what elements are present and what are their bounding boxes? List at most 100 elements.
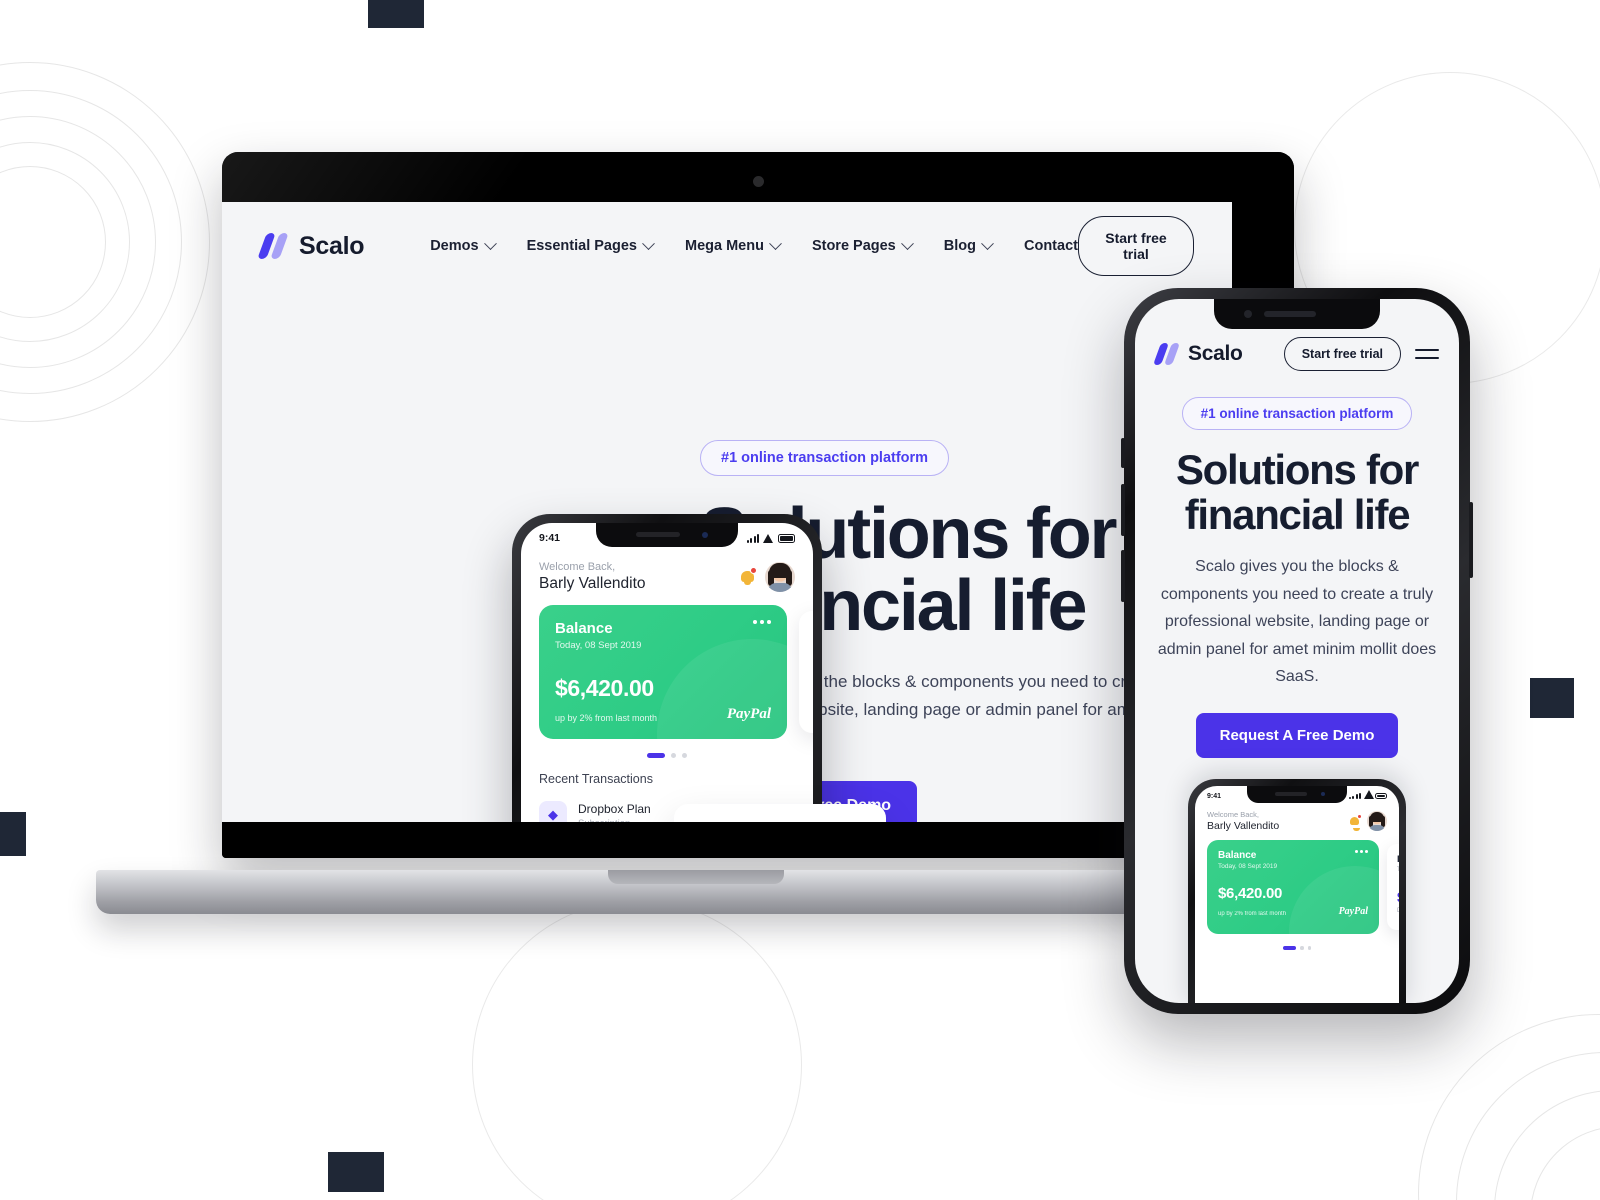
balance-card-footer: up by 2% from last month PayPal [555, 706, 771, 723]
nav-label: Blog [943, 238, 976, 254]
status-time: 9:41 [1207, 792, 1222, 800]
balance-card-note: up by 2% from last month [1218, 911, 1287, 917]
nested-phone-notch [1247, 786, 1347, 803]
decor-ring-topleft-5 [0, 166, 106, 318]
more-options-icon[interactable] [1355, 850, 1368, 853]
decor-ring-bottomright-2 [1456, 1052, 1600, 1200]
wifi-icon [1364, 790, 1374, 799]
paypal-logo-icon: PayPal [1338, 906, 1368, 917]
balance-cards-carousel: Balance Today, 08 Sept 2019 $6,420.00 up… [521, 605, 813, 745]
app-header: Welcome Back, Barly Vallendito [521, 553, 813, 593]
balance-card-amount: $6,420.00 [1218, 885, 1283, 902]
secondary-card-amount: $4 [1397, 889, 1399, 905]
carousel-dot-active[interactable] [1283, 946, 1296, 950]
balance-cards-carousel: Balance Today, 08 Sept 2019 $6,420.00 up… [1195, 840, 1399, 940]
laptop-base [96, 870, 1296, 914]
main-nav: Demos Essential Pages Mega Menu Store Pa… [430, 236, 1078, 254]
app-header-icons [1349, 811, 1387, 831]
scalo-logo-icon [1152, 342, 1181, 365]
app-header-icons [739, 562, 795, 592]
nav-label: Store Pages [811, 238, 896, 254]
balance-card-primary[interactable]: Balance Today, 08 Sept 2019 $6,420.00 up… [1207, 840, 1379, 934]
more-options-icon[interactable] [753, 620, 771, 624]
volume-down-button[interactable] [1121, 550, 1125, 602]
nav-label: Essential Pages [526, 238, 637, 254]
transaction-name: Dropbox Plan [578, 801, 651, 816]
notification-bell-icon[interactable] [1349, 813, 1362, 831]
welcome-small: Welcome Back, [539, 561, 616, 573]
mobile-hero: #1 online transaction platform Solutions… [1135, 371, 1459, 758]
request-free-demo-button[interactable]: Request A Free Demo [1195, 712, 1399, 758]
balance-card-note: up by 2% from last month [555, 713, 658, 723]
carousel-dot[interactable] [671, 753, 676, 758]
debit-tooltip-card: Debit The secure & convenient transactio… [674, 804, 886, 822]
battery-icon [778, 534, 795, 543]
nav-label: Demos [430, 238, 479, 254]
power-button[interactable] [1469, 502, 1473, 578]
secondary-card-title: Balance [1397, 854, 1399, 865]
carousel-dots[interactable] [1195, 946, 1399, 950]
hamburger-menu-icon[interactable] [1415, 348, 1439, 360]
decor-square-left [0, 812, 26, 856]
hero-badge: #1 online transaction platform [700, 440, 950, 476]
start-free-trial-button[interactable]: Start free trial [1077, 216, 1194, 276]
nav-item-blog[interactable]: Blog [943, 236, 994, 254]
chevron-down-icon [642, 236, 655, 250]
phone-screen: 9:41 Welcome Back, Barly Vallendito Bala… [521, 523, 813, 822]
phone-notch [596, 523, 738, 547]
balance-card-title: Balance [555, 620, 613, 637]
carousel-dot[interactable] [1300, 946, 1304, 950]
notification-bell-icon[interactable] [739, 567, 757, 586]
battery-icon [1375, 793, 1387, 799]
transaction-info: Dropbox Plan Subscription [578, 802, 651, 823]
mute-switch-icon [1121, 438, 1125, 468]
speaker-icon [1264, 311, 1316, 317]
paypal-logo-icon: PayPal [726, 706, 771, 722]
recent-transactions-title: Recent Transactions [539, 772, 653, 786]
brand-logo[interactable]: Scalo [1152, 342, 1243, 366]
nav-item-demos[interactable]: Demos [430, 236, 497, 254]
volume-up-button[interactable] [1121, 484, 1125, 536]
front-camera-icon [702, 532, 708, 538]
nested-phone-mockup: 9:41 Welcome Back, Barly Vallendito Bala… [1188, 779, 1406, 1003]
speaker-icon [636, 532, 680, 537]
carousel-dot[interactable] [682, 753, 687, 758]
laptop-screen: Scalo Demos Essential Pages Mega Menu St… [222, 202, 1232, 822]
chevron-down-icon [483, 236, 497, 250]
balance-card-date: Today, 08 Sept 2019 [1218, 863, 1278, 870]
brand-logo[interactable]: Scalo [257, 231, 365, 261]
brand-name: Scalo [299, 231, 365, 260]
balance-card-titles: Balance Today, 08 Sept 2019 [555, 620, 641, 651]
balance-card-secondary[interactable]: Balance Today, $4 Down [1387, 844, 1399, 930]
avatar[interactable] [765, 562, 795, 592]
status-indicators [746, 533, 795, 543]
secondary-card-date: Today, [1397, 867, 1399, 873]
site-header: Scalo Demos Essential Pages Mega Menu St… [222, 202, 1232, 290]
speaker-icon [1275, 792, 1307, 796]
start-free-trial-button[interactable]: Start free trial [1283, 337, 1401, 371]
hero-title-line1: Solutions for [1175, 446, 1419, 493]
carousel-dot-active[interactable] [647, 753, 665, 758]
laptop-mockup: Scalo Demos Essential Pages Mega Menu St… [96, 152, 1296, 922]
decor-square-top [368, 0, 424, 28]
nav-item-contact[interactable]: Contact [1024, 238, 1078, 254]
welcome-username: Barly Vallendito [539, 575, 646, 592]
front-camera-icon [1321, 792, 1325, 796]
page-title: Solutions for financial life [1153, 446, 1441, 537]
balance-card-date: Today, 08 Sept 2019 [555, 640, 642, 651]
nav-item-store-pages[interactable]: Store Pages [811, 236, 914, 254]
welcome-block: Welcome Back, Barly Vallendito [1207, 810, 1279, 832]
nav-item-essential-pages[interactable]: Essential Pages [526, 236, 655, 254]
laptop-camera-icon [753, 176, 764, 187]
signal-icon [746, 533, 759, 543]
avatar[interactable] [1367, 811, 1387, 831]
welcome-username: Barly Vallendito [1207, 820, 1280, 832]
chevron-down-icon [769, 236, 782, 250]
mobile-notch [1214, 299, 1380, 329]
nav-item-mega-menu[interactable]: Mega Menu [685, 236, 782, 254]
decor-circle-bottomleft [472, 900, 802, 1200]
balance-card-secondary[interactable]: Balance Today, $4 Down [799, 611, 813, 733]
balance-card-primary[interactable]: Balance Today, 08 Sept 2019 $6,420.00 up… [539, 605, 787, 739]
carousel-dot[interactable] [1307, 946, 1311, 950]
balance-card-title: Balance [1218, 850, 1257, 861]
